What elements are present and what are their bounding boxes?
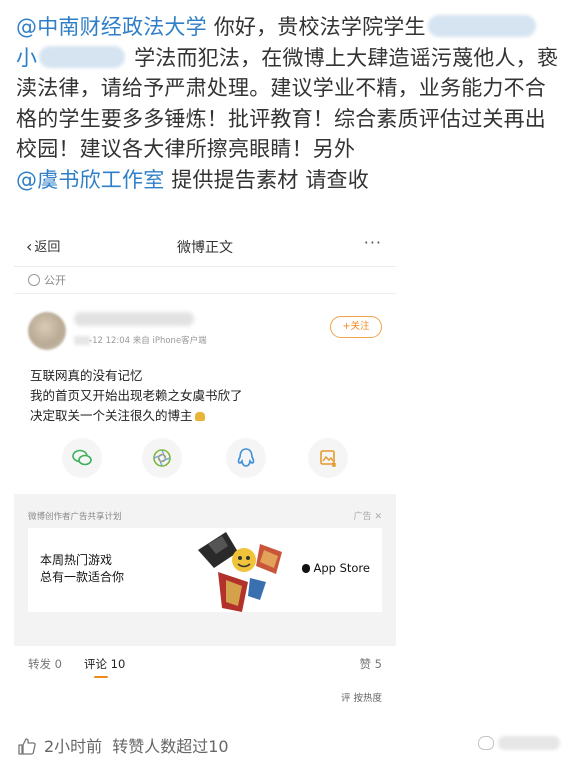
stats-bar: 转发 0 评论 10 赞 5 评 按热度: [14, 646, 396, 710]
ad-section: 微博创作者广告共享计划 广告 ✕ 本周热门游戏 总有一款适合你 App Store: [14, 496, 396, 636]
blurred-username: [74, 312, 194, 326]
nav-bar: ‹ 返回 微博正文 ···: [14, 226, 396, 267]
name-prefix: 小: [16, 45, 38, 70]
blurred-name: [427, 15, 536, 37]
ad-line-1: 本周热门游戏: [40, 553, 113, 567]
weibo-logo-icon: [478, 736, 494, 750]
more-icon[interactable]: ···: [364, 233, 382, 252]
avatar[interactable]: [28, 312, 66, 350]
visibility-label: 公开: [44, 274, 66, 287]
nav-title: 微博正文: [177, 240, 233, 256]
ad-program-label: 微博创作者广告共享计划: [28, 512, 122, 522]
app-store-badge[interactable]: App Store: [302, 561, 370, 575]
card-body: 互联网真的没有记忆 我的首页又开始出现老赖之女虞书欣了 决定取关一个关注很久的博…: [30, 366, 243, 426]
post-text: @中南财经政法大学 你好，贵校法学院学生 小 学法而犯法，在微博上大肆造谣污蔑他…: [16, 12, 561, 195]
mention-school-link[interactable]: @中南财经政法大学: [16, 15, 207, 39]
mention-studio-link[interactable]: @虞书欣工作室: [16, 168, 164, 192]
visibility-row: 公开: [14, 267, 396, 294]
card-line-1: 互联网真的没有记忆: [30, 368, 143, 383]
likes-summary: 转赞人数超过10: [112, 737, 229, 756]
qq-icon[interactable]: [226, 438, 266, 478]
sort-toggle[interactable]: 评 按热度: [341, 690, 382, 704]
card-line-2: 我的首页又开始出现老赖之女虞书欣了: [30, 388, 243, 403]
comment-tab[interactable]: 评论 10: [84, 656, 125, 672]
blurred-watermark-text: [498, 736, 560, 750]
like-tab[interactable]: 赞 5: [360, 656, 382, 672]
app-store-label: App Store: [313, 561, 370, 575]
game-art-image: [198, 532, 282, 612]
apple-icon: [302, 564, 311, 573]
ad-text: 本周热门游戏 总有一款适合你: [40, 552, 124, 586]
thumbs-up-icon[interactable]: [18, 738, 36, 759]
weibo-watermark: [478, 736, 560, 750]
save-image-icon[interactable]: [308, 438, 348, 478]
post-meta: -12 12:04 来自 iPhone客户端: [89, 336, 207, 346]
blurred-date: [74, 336, 90, 345]
blurred-handle: [39, 45, 126, 68]
globe-icon: [28, 274, 40, 286]
card-line-3-wrap: 决定取关一个关注很久的博主: [30, 406, 243, 426]
close-icon[interactable]: ✕: [374, 512, 382, 522]
share-row: [14, 438, 396, 484]
ad-banner[interactable]: 本周热门游戏 总有一款适合你 App Store: [28, 528, 382, 612]
ad-tag-label: 广告: [353, 512, 372, 522]
card-line-3: 决定取关一个关注很久的博主: [30, 408, 193, 423]
post-time: 2小时前: [44, 737, 103, 756]
active-tab-underline: [94, 676, 108, 678]
follow-button[interactable]: +关注: [330, 316, 382, 338]
mention-student-link[interactable]: 小: [16, 45, 127, 70]
praying-hands-icon: [194, 412, 205, 421]
footer-row: 2小时前 转赞人数超过10: [18, 733, 229, 759]
post-line-3: 提供提告素材 请查收: [164, 167, 369, 192]
ad-tag: 广告 ✕: [353, 509, 382, 522]
moments-icon[interactable]: [142, 438, 182, 478]
weibo-card: -12 12:04 来自 iPhone客户端 +关注 互联网真的没有记忆 我的首…: [14, 294, 396, 494]
embedded-screenshot: ‹ 返回 微博正文 ··· 公开 -12 12:04 来自 iPhone客户端 +…: [14, 226, 396, 710]
wechat-icon[interactable]: [62, 438, 102, 478]
post-line-1: 你好，贵校法学院学生: [206, 15, 426, 39]
repost-tab[interactable]: 转发 0: [28, 656, 62, 672]
ad-line-2: 总有一款适合你: [40, 570, 125, 584]
